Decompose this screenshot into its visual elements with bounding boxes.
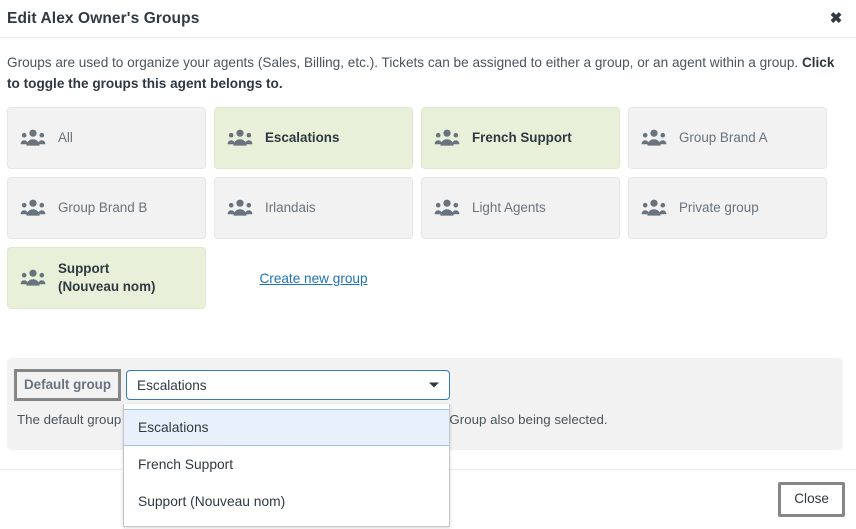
people-group-icon [641, 198, 667, 218]
modal-description: Groups are used to organize your agents … [0, 38, 856, 94]
default-group-select[interactable]: Escalations [126, 370, 451, 400]
description-text: Groups are used to organize your agents … [7, 55, 802, 70]
group-tile[interactable]: Escalations [214, 107, 413, 169]
group-tile-label: All [58, 130, 73, 145]
dropdown-option[interactable]: Support (Nouveau nom) [124, 483, 449, 520]
group-tile-label: Light Agents [472, 200, 546, 215]
group-tile-label: Escalations [265, 130, 340, 145]
group-tile-label: Support (Nouveau nom) [58, 261, 156, 294]
people-group-icon [20, 128, 46, 148]
people-group-icon [434, 128, 460, 148]
group-tile-label: Irlandais [265, 200, 316, 215]
default-group-row: Default group Escalations [7, 358, 843, 401]
people-group-icon [434, 198, 460, 218]
page-title: Edit Alex Owner's Groups [7, 9, 200, 27]
default-group-label: Default group [14, 369, 122, 401]
people-group-icon [227, 128, 253, 148]
dropdown-option[interactable]: Escalations [124, 409, 449, 446]
group-tile[interactable]: Irlandais [214, 177, 413, 239]
group-tile[interactable]: Group Brand B [7, 177, 206, 239]
group-tile[interactable]: All [7, 107, 206, 169]
dropdown-option[interactable]: French Support [124, 446, 449, 483]
group-tile-label: French Support [472, 130, 572, 145]
group-tile[interactable]: Light Agents [421, 177, 620, 239]
group-tile-label: Private group [679, 200, 759, 215]
default-group-dropdown-list[interactable]: Escalations French Support Support (Nouvea… [123, 404, 450, 527]
chevron-down-icon [429, 382, 440, 388]
group-tile-label: Group Brand B [58, 200, 148, 215]
group-tile-grid: All Escalations French Support Group Brand … [0, 107, 856, 309]
group-tile-label: Group Brand A [679, 130, 768, 145]
people-group-icon [20, 268, 46, 288]
modal-header: Edit Alex Owner's Groups ✖ [0, 0, 856, 38]
create-new-group-wrap: Create new group [214, 247, 413, 309]
people-group-icon [20, 198, 46, 218]
close-icon[interactable]: ✖ [826, 9, 846, 29]
group-tile[interactable]: Group Brand A [628, 107, 827, 169]
close-button[interactable]: Close [778, 482, 845, 517]
group-tile[interactable]: French Support [421, 107, 620, 169]
default-group-select-value: Escalations [137, 377, 207, 393]
group-tile[interactable]: Support (Nouveau nom) [7, 247, 206, 309]
create-new-group-link[interactable]: Create new group [259, 271, 367, 286]
group-tile[interactable]: Private group [628, 177, 827, 239]
people-group-icon [227, 198, 253, 218]
people-group-icon [641, 128, 667, 148]
